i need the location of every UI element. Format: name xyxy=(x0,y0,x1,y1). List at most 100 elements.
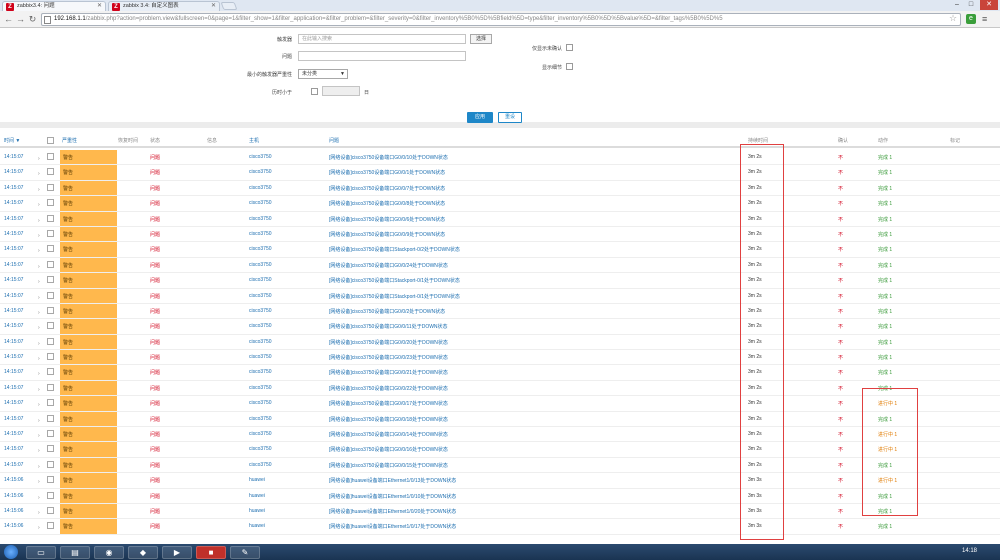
row-time[interactable]: 14:15:07 xyxy=(4,354,23,360)
select-host-button[interactable]: 选择 xyxy=(470,34,492,44)
ack-link[interactable]: 不 xyxy=(838,416,843,423)
host-link[interactable]: cisco3750 xyxy=(249,308,272,314)
problem-link[interactable]: [网络设备]cisco3750设备端口Stackport-0/1处于DOWN状态 xyxy=(329,293,460,300)
row-time[interactable]: 14:15:07 xyxy=(4,216,23,222)
host-link[interactable]: huawei xyxy=(249,493,265,499)
col-severity[interactable]: 严重性 xyxy=(62,137,77,144)
row-time[interactable]: 14:15:07 xyxy=(4,462,23,468)
host-link[interactable]: cisco3750 xyxy=(249,416,272,422)
ack-link[interactable]: 不 xyxy=(838,462,843,469)
row-time[interactable]: 14:15:07 xyxy=(4,277,23,283)
action-status[interactable]: 完成 1 xyxy=(878,216,892,223)
ack-link[interactable]: 不 xyxy=(838,431,843,438)
row-time[interactable]: 14:15:07 xyxy=(4,446,23,452)
host-link[interactable]: cisco3750 xyxy=(249,154,272,160)
problem-link[interactable]: [网络设备]huawei设备端口Ethernet1/0/17处于DOWN状态 xyxy=(329,523,456,530)
row-time[interactable]: 14:15:07 xyxy=(4,431,23,437)
row-time[interactable]: 14:15:06 xyxy=(4,523,23,529)
problem-link[interactable]: [网络设备]cisco3750设备端口G0/0/18处于DOWN状态 xyxy=(329,416,448,423)
ack-link[interactable]: 不 xyxy=(838,231,843,238)
host-link[interactable]: huawei xyxy=(249,523,265,529)
host-link[interactable]: cisco3750 xyxy=(249,385,272,391)
row-checkbox[interactable] xyxy=(47,306,54,314)
row-checkbox[interactable] xyxy=(47,491,54,499)
taskbar-tool-icon[interactable]: ✎ xyxy=(230,546,260,559)
action-status[interactable]: 完成 1 xyxy=(878,308,892,315)
row-time[interactable]: 14:15:07 xyxy=(4,293,23,299)
age-days-input[interactable] xyxy=(322,86,360,96)
action-status[interactable]: 完成 1 xyxy=(878,277,892,284)
ack-link[interactable]: 不 xyxy=(838,339,843,346)
browser-tab-problems[interactable]: Z zabbix3.4: 问题 ✕ xyxy=(2,1,106,11)
problem-link[interactable]: [网络设备]cisco3750设备端口G0/0/14处于DOWN状态 xyxy=(329,431,448,438)
row-time[interactable]: 14:15:07 xyxy=(4,339,23,345)
ack-link[interactable]: 不 xyxy=(838,354,843,361)
host-link[interactable]: cisco3750 xyxy=(249,262,272,268)
bookmark-star-icon[interactable]: ☆ xyxy=(949,13,957,24)
row-time[interactable]: 14:15:07 xyxy=(4,369,23,375)
action-status[interactable]: 完成 1 xyxy=(878,246,892,253)
ack-link[interactable]: 不 xyxy=(838,154,843,161)
action-status[interactable]: 完成 1 xyxy=(878,339,892,346)
ack-link[interactable]: 不 xyxy=(838,185,843,192)
problem-link[interactable]: [网络设备]cisco3750设备端口Stackport-0/1处于DOWN状态 xyxy=(329,277,460,284)
taskbar-explorer-icon[interactable]: ▭ xyxy=(26,546,56,559)
problem-link[interactable]: [网络设备]huawei设备端口Ethernet1/0/13处于DOWN状态 xyxy=(329,477,456,484)
action-status[interactable]: 完成 1 xyxy=(878,200,892,207)
row-checkbox[interactable] xyxy=(47,214,54,222)
row-checkbox[interactable] xyxy=(47,153,54,160)
col-host[interactable]: 主机 xyxy=(249,137,259,144)
row-checkbox[interactable] xyxy=(47,260,54,268)
age-checkbox[interactable] xyxy=(311,88,318,95)
ack-link[interactable]: 不 xyxy=(838,323,843,330)
taskbar-chrome-icon[interactable]: ◉ xyxy=(94,546,124,559)
problem-input[interactable] xyxy=(298,51,466,61)
row-checkbox[interactable] xyxy=(47,430,54,438)
host-link[interactable]: cisco3750 xyxy=(249,216,272,222)
row-checkbox[interactable] xyxy=(47,183,54,191)
apply-button[interactable]: 应用 xyxy=(467,112,493,123)
address-bar[interactable]: 192.168.1.1/zabbix.php?action=problem.vi… xyxy=(41,13,961,26)
host-link[interactable]: cisco3750 xyxy=(249,246,272,252)
row-checkbox[interactable] xyxy=(47,353,54,361)
ack-link[interactable]: 不 xyxy=(838,369,843,376)
row-time[interactable]: 14:15:07 xyxy=(4,185,23,191)
ack-link[interactable]: 不 xyxy=(838,446,843,453)
row-checkbox[interactable] xyxy=(47,276,54,284)
row-time[interactable]: 14:15:07 xyxy=(4,400,23,406)
forward-icon[interactable]: → xyxy=(15,14,26,25)
ack-link[interactable]: 不 xyxy=(838,508,843,515)
ack-link[interactable]: 不 xyxy=(838,477,843,484)
row-checkbox[interactable] xyxy=(47,506,54,514)
show-details-checkbox[interactable] xyxy=(566,63,573,70)
reset-button[interactable]: 重设 xyxy=(498,112,522,123)
problem-link[interactable]: [网络设备]cisco3750设备端口Stackport-0/2处于DOWN状态 xyxy=(329,246,460,253)
host-link[interactable]: cisco3750 xyxy=(249,431,272,437)
row-checkbox[interactable] xyxy=(47,322,54,330)
select-all-checkbox[interactable] xyxy=(47,137,54,144)
show-unack-checkbox[interactable] xyxy=(566,44,573,51)
new-tab-button[interactable] xyxy=(220,2,238,10)
row-checkbox[interactable] xyxy=(47,291,54,299)
problem-link[interactable]: [网络设备]cisco3750设备端口G0/0/15处于DOWN状态 xyxy=(329,462,448,469)
row-checkbox[interactable] xyxy=(47,337,54,345)
row-checkbox[interactable] xyxy=(47,476,54,484)
row-time[interactable]: 14:15:07 xyxy=(4,308,23,314)
row-checkbox[interactable] xyxy=(47,168,54,176)
problem-link[interactable]: [网络设备]cisco3750设备端口G0/0/24处于DOWN状态 xyxy=(329,262,448,269)
host-link[interactable]: cisco3750 xyxy=(249,446,272,452)
close-tab-icon[interactable]: ✕ xyxy=(211,2,216,11)
reload-icon[interactable]: ↻ xyxy=(27,14,38,25)
host-link[interactable]: huawei xyxy=(249,508,265,514)
row-time[interactable]: 14:15:07 xyxy=(4,416,23,422)
close-tab-icon[interactable]: ✕ xyxy=(97,2,102,11)
action-status[interactable]: 完成 1 xyxy=(878,369,892,376)
row-checkbox[interactable] xyxy=(47,199,54,207)
problem-link[interactable]: [网络设备]cisco3750设备端口G0/0/1处于DOWN状态 xyxy=(329,169,445,176)
host-link[interactable]: cisco3750 xyxy=(249,200,272,206)
host-link[interactable]: cisco3750 xyxy=(249,369,272,375)
ack-link[interactable]: 不 xyxy=(838,216,843,223)
action-status[interactable]: 完成 1 xyxy=(878,354,892,361)
taskbar-app-red-icon[interactable]: ■ xyxy=(196,546,226,559)
taskbar-folder-icon[interactable]: ▤ xyxy=(60,546,90,559)
